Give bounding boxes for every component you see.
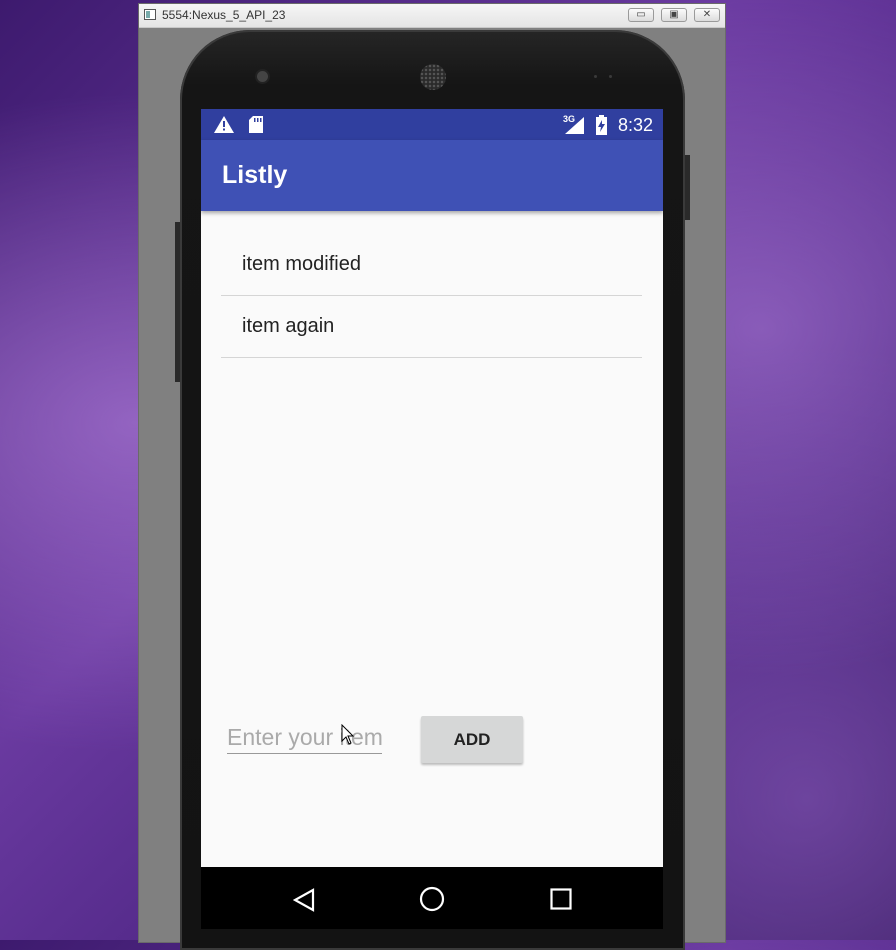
minimize-button[interactable]: ▭ xyxy=(628,8,654,22)
warning-icon xyxy=(214,116,234,133)
power-button xyxy=(685,155,690,220)
list-item-label: item modified xyxy=(242,253,361,275)
minimize-icon: ▭ xyxy=(636,9,646,20)
status-time: 8:32 xyxy=(618,115,654,135)
recents-icon[interactable] xyxy=(550,888,572,910)
status-bar: 3G 8:32 xyxy=(201,109,663,140)
device-screen: 3G 8:32 Listly item modified item again … xyxy=(201,109,663,929)
list-item[interactable]: item modified xyxy=(221,233,642,296)
window-titlebar[interactable]: 5554:Nexus_5_API_23 ▭ ▣ ✕ xyxy=(139,4,725,28)
mouse-cursor-icon xyxy=(341,724,355,745)
battery-charging-icon xyxy=(596,115,607,135)
sd-card-icon xyxy=(249,116,263,133)
light-sensor xyxy=(609,75,612,78)
earpiece-speaker xyxy=(420,64,446,90)
back-icon[interactable] xyxy=(293,888,315,912)
signal-icon xyxy=(565,117,584,134)
window-title: 5554:Nexus_5_API_23 xyxy=(162,8,286,22)
home-icon[interactable] xyxy=(419,886,445,912)
list-item-label: item again xyxy=(242,315,335,337)
item-input-placeholder: Enter your item xyxy=(227,724,382,750)
list-item[interactable]: item again xyxy=(221,295,642,358)
close-icon: ✕ xyxy=(702,9,712,20)
close-button[interactable]: ✕ xyxy=(694,8,720,22)
emulator-app-icon xyxy=(144,9,156,20)
front-camera xyxy=(257,71,268,82)
proximity-sensor xyxy=(594,75,597,78)
app-title: Listly xyxy=(222,161,288,189)
app-bar: Listly xyxy=(201,140,663,211)
maximize-button[interactable]: ▣ xyxy=(661,8,687,22)
navigation-bar xyxy=(201,867,663,929)
volume-button xyxy=(175,222,180,382)
add-button[interactable]: ADD xyxy=(421,716,523,763)
maximize-icon: ▣ xyxy=(669,9,679,20)
item-input[interactable]: Enter your item xyxy=(227,716,382,754)
